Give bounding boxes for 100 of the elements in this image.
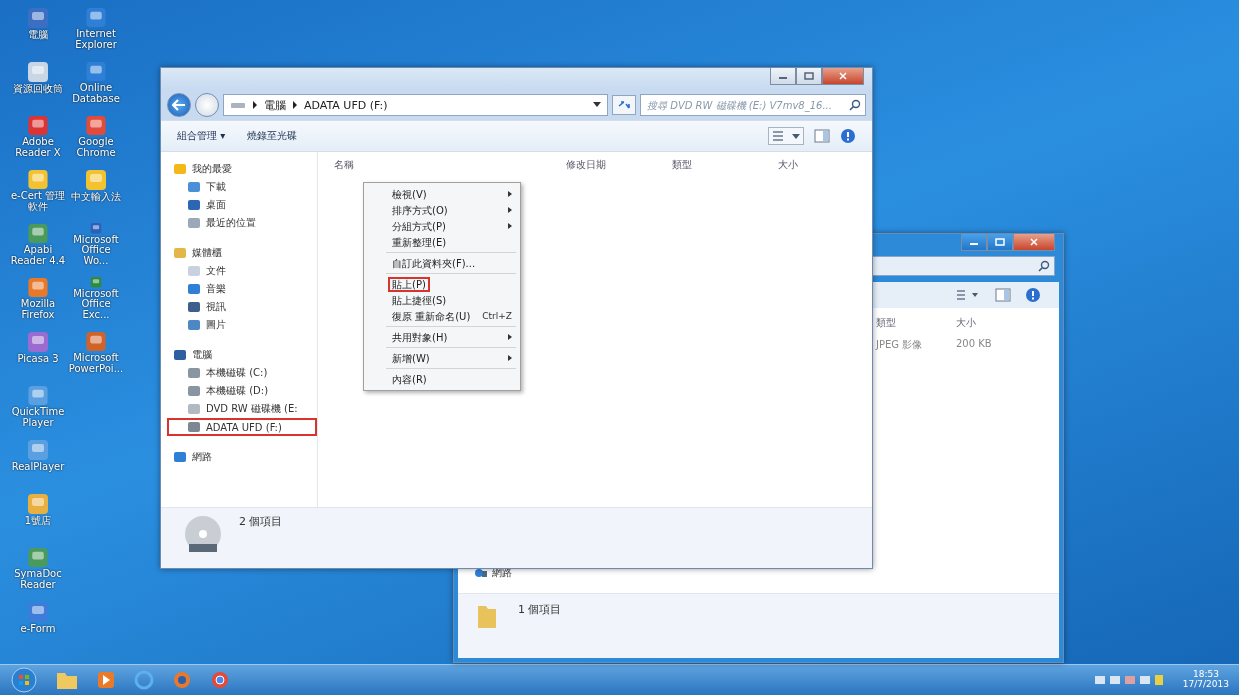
- menu-item[interactable]: 排序方式(O): [388, 202, 452, 218]
- column-header[interactable]: 大小: [956, 316, 1026, 338]
- sidebar-item[interactable]: 網路: [492, 566, 512, 580]
- forward-button[interactable]: [195, 93, 219, 117]
- close-button[interactable]: [1013, 234, 1055, 251]
- program-icon[interactable]: [26, 492, 50, 516]
- menu-item[interactable]: 復原 重新命名(U): [388, 308, 475, 324]
- desktop-icon-label[interactable]: Google Chrome: [68, 137, 124, 158]
- sidebar-item[interactable]: 視訊: [167, 298, 317, 316]
- minimize-button[interactable]: [770, 68, 796, 85]
- desktop-icon-label[interactable]: 資源回收筒: [13, 84, 63, 95]
- sidebar-item[interactable]: 最近的位置: [167, 214, 317, 232]
- sidebar-item[interactable]: DVD RW 磁碟機 (E:: [167, 400, 317, 418]
- desktop-icon-label[interactable]: Microsoft Office Wo...: [68, 234, 124, 266]
- column-header[interactable]: 類型: [876, 316, 946, 338]
- media-player-icon[interactable]: [96, 670, 116, 690]
- breadcrumb[interactable]: ADATA UFD (F:): [304, 98, 388, 112]
- sidebar-item[interactable]: 本機磁碟 (D:): [167, 382, 317, 400]
- program-icon[interactable]: [26, 330, 50, 354]
- program-icon[interactable]: [84, 6, 108, 29]
- program-icon[interactable]: [26, 114, 50, 137]
- menu-item[interactable]: 自訂此資料夾(F)...: [388, 255, 480, 271]
- refresh-icon: [617, 99, 631, 111]
- desktop-icon-label[interactable]: 中文輸入法: [71, 192, 121, 203]
- program-icon[interactable]: [26, 600, 50, 624]
- system-tray-icons[interactable]: [1094, 674, 1165, 686]
- breadcrumb[interactable]: 電腦: [264, 97, 286, 113]
- maximize-button[interactable]: [796, 68, 822, 85]
- menu-item[interactable]: 重新整理(E): [388, 234, 451, 250]
- sidebar-item[interactable]: 桌面: [167, 196, 317, 214]
- close-button[interactable]: [822, 68, 864, 85]
- desktop-icon-label[interactable]: Adobe Reader X: [10, 137, 66, 158]
- desktop-icon-label[interactable]: Internet Explorer: [68, 29, 124, 50]
- desktop-icon-label[interactable]: 電腦: [28, 30, 48, 41]
- minimize-button[interactable]: [961, 234, 987, 251]
- desktop-icon-label[interactable]: Picasa 3: [17, 354, 59, 365]
- program-icon[interactable]: [26, 384, 50, 407]
- program-icon[interactable]: [84, 114, 108, 137]
- column-header[interactable]: 名稱: [334, 158, 566, 172]
- program-icon[interactable]: [26, 276, 50, 299]
- close-icon: [838, 72, 848, 80]
- desktop-icon-label[interactable]: e-Cert 管理軟件: [10, 191, 66, 212]
- sidebar-item[interactable]: 本機磁碟 (C:): [167, 364, 317, 382]
- desktop-icon-label[interactable]: Microsoft PowerPoi...: [68, 353, 124, 374]
- browser-icon[interactable]: [210, 670, 230, 690]
- desktop-icon-label[interactable]: Online Database: [68, 83, 124, 104]
- menu-item[interactable]: 貼上捷徑(S): [388, 292, 451, 308]
- program-icon[interactable]: [84, 168, 108, 192]
- program-icon[interactable]: [26, 222, 50, 245]
- toolbar-button[interactable]: 組合管理 ▾: [171, 127, 232, 145]
- sidebar-item[interactable]: 圖片: [167, 316, 317, 334]
- view-options-icon[interactable]: [768, 127, 804, 145]
- column-header[interactable]: 大小: [778, 158, 798, 172]
- shortcut-text: Ctrl+Z: [482, 311, 512, 321]
- menu-item[interactable]: 檢視(V): [388, 186, 431, 202]
- address-bar[interactable]: 電腦 ADATA UFD (F:): [223, 94, 608, 116]
- menu-item[interactable]: 共用對象(H): [388, 329, 452, 345]
- preview-pane-icon[interactable]: [814, 129, 830, 143]
- program-icon[interactable]: [26, 168, 50, 191]
- program-icon[interactable]: [26, 546, 50, 569]
- sidebar-item[interactable]: 電腦: [167, 346, 317, 364]
- maximize-button[interactable]: [987, 234, 1013, 251]
- toolbar-button[interactable]: 燒錄至光碟: [241, 127, 304, 145]
- browser-icon[interactable]: [134, 670, 154, 690]
- program-icon[interactable]: [26, 438, 50, 462]
- start-button-icon[interactable]: [10, 666, 38, 694]
- menu-item[interactable]: 分組方式(P): [388, 218, 450, 234]
- menu-item[interactable]: 新增(W): [388, 350, 434, 366]
- table-cell-text: 200 KB: [956, 338, 993, 351]
- dropdown-arrow-icon[interactable]: [593, 102, 601, 108]
- sidebar-item[interactable]: ADATA UFD (F:): [167, 418, 317, 436]
- view-options-icon[interactable]: [955, 288, 981, 302]
- sidebar-item[interactable]: 文件: [167, 262, 317, 280]
- sidebar-item[interactable]: 下載: [167, 178, 317, 196]
- column-header[interactable]: 修改日期: [566, 158, 672, 172]
- program-icon[interactable]: [84, 60, 108, 83]
- clock-date[interactable]: 17/7/2013: [1182, 680, 1229, 690]
- browser-icon[interactable]: [172, 670, 192, 690]
- program-icon[interactable]: [26, 6, 50, 30]
- desktop-icon-label[interactable]: Mozilla Firefox: [10, 299, 66, 320]
- help-icon[interactable]: [840, 128, 856, 144]
- preview-pane-icon[interactable]: [995, 288, 1011, 302]
- menu-item[interactable]: 貼上(P): [388, 276, 430, 292]
- menu-item[interactable]: 內容(R): [388, 371, 431, 387]
- sidebar-item[interactable]: 音樂: [167, 280, 317, 298]
- desktop-icon-label[interactable]: e-Form: [20, 624, 56, 635]
- back-button[interactable]: [167, 93, 191, 117]
- search-field[interactable]: 搜尋 DVD RW 磁碟機 (E:) V7mv8_16...: [640, 94, 866, 116]
- desktop-icon-label[interactable]: QuickTime Player: [10, 407, 66, 428]
- sidebar-item[interactable]: 媒體櫃: [167, 244, 317, 262]
- desktop-icon-label[interactable]: Microsoft Office Exc...: [68, 288, 124, 320]
- sidebar-item[interactable]: 網路: [167, 448, 317, 466]
- desktop-icon-label[interactable]: SymaDoc Reader: [10, 569, 66, 590]
- desktop-icon-label[interactable]: Apabi Reader 4.4: [10, 245, 66, 266]
- program-icon[interactable]: [84, 330, 108, 353]
- column-header[interactable]: 類型: [672, 158, 778, 172]
- refresh-button[interactable]: [612, 95, 636, 115]
- program-icon[interactable]: [26, 60, 50, 84]
- sidebar-item[interactable]: 我的最愛: [167, 160, 317, 178]
- help-icon[interactable]: [1025, 287, 1041, 303]
